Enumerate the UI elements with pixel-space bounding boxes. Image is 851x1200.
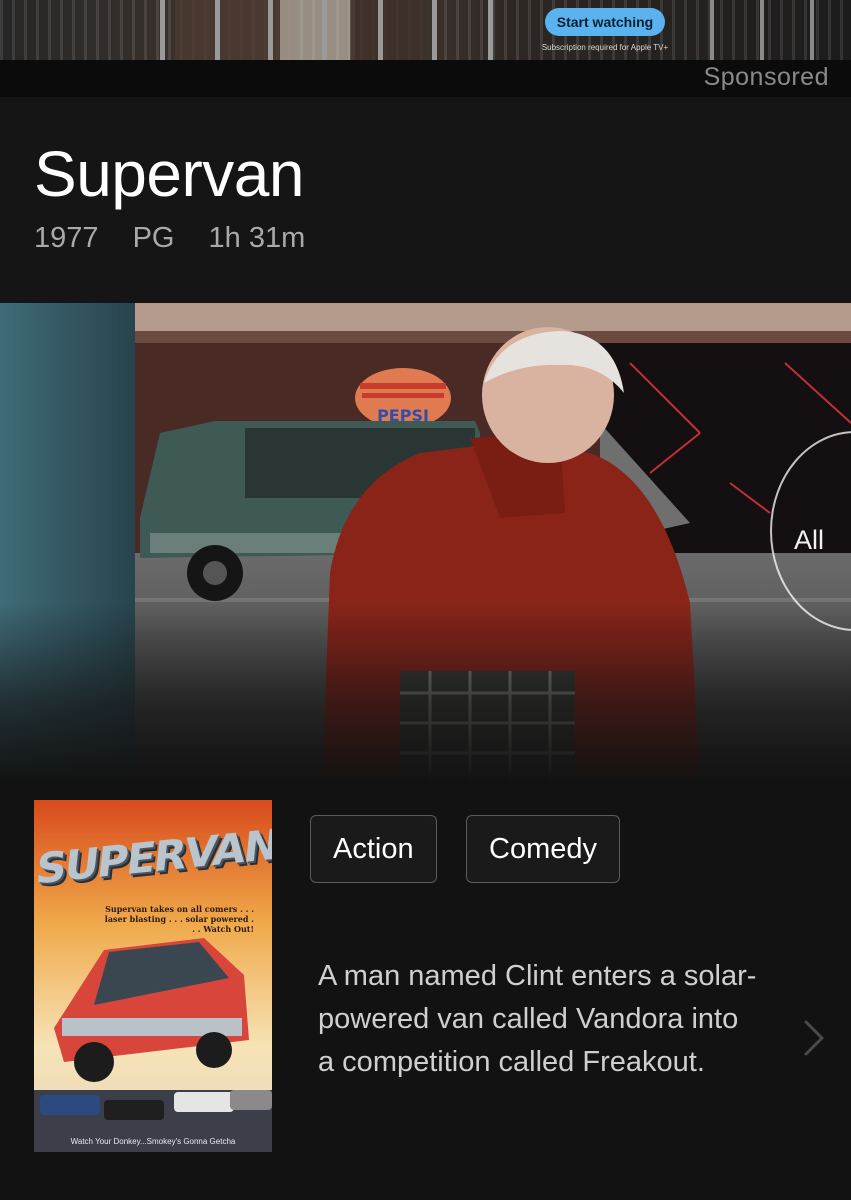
- genre-tag-action[interactable]: Action: [310, 815, 437, 883]
- all-photos-label[interactable]: All: [794, 525, 824, 556]
- hero-gradient-overlay: [0, 603, 851, 783]
- movie-poster[interactable]: SUPERVAN Supervan takes on all comers . …: [34, 800, 272, 1152]
- title-header: Supervan 1977 PG 1h 31m: [0, 97, 851, 303]
- content-rating: PG: [132, 222, 175, 254]
- ad-prison-bars-graphic: [160, 0, 814, 60]
- poster-bottom-line: Watch Your Donkey...Smokey's Gonna Getch…: [70, 1137, 236, 1146]
- ad-banner[interactable]: Start watching Subscription required for…: [0, 0, 851, 97]
- movie-details: SUPERVAN Supervan takes on all comers . …: [0, 783, 851, 1200]
- start-watching-button[interactable]: Start watching: [545, 8, 665, 36]
- hero-still-image[interactable]: PEPSI All: [0, 303, 851, 783]
- pepsi-sign: PEPSI: [355, 368, 451, 428]
- movie-meta: 1977 PG 1h 31m: [34, 222, 331, 255]
- chevron-right-icon[interactable]: [800, 1016, 828, 1060]
- plot-synopsis[interactable]: A man named Clint enters a solar-powered…: [318, 955, 758, 1084]
- sponsored-label: Sponsored: [703, 63, 829, 91]
- movie-title: Supervan: [34, 138, 304, 210]
- runtime: 1h 31m: [208, 222, 306, 254]
- ad-fine-print: Subscription required for Apple TV+: [541, 43, 669, 52]
- genre-tag-comedy[interactable]: Comedy: [466, 815, 620, 883]
- release-year: 1977: [34, 222, 99, 254]
- poster-tagline: Supervan takes on all comers . . . laser…: [104, 904, 254, 934]
